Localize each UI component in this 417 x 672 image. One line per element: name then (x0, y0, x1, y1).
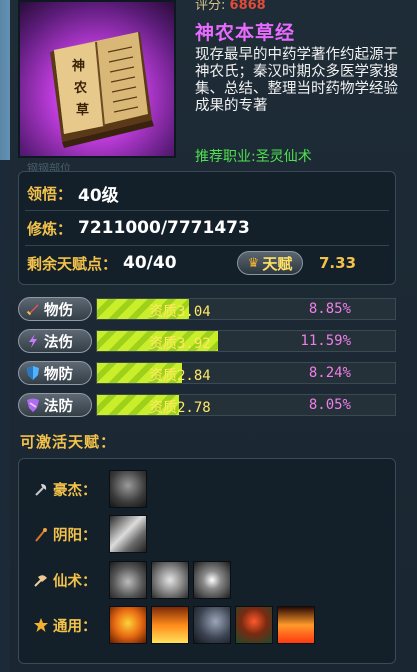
axe-icon (35, 484, 47, 496)
talent-school-label: 仙术： (33, 570, 109, 591)
attribute-tag[interactable]: 物防 (18, 361, 92, 385)
attribute-bar: 资质3.92 11.59% (96, 330, 396, 352)
talent-school-name: 阴阳： (53, 527, 97, 544)
yin-yang-skill-icon[interactable] (151, 561, 189, 599)
attribute-name: 法防 (44, 398, 73, 415)
fan-icon (34, 575, 47, 587)
attribute-bar: 资质3.04 8.85% (96, 298, 396, 320)
attribute-tag[interactable]: 法伤 (18, 329, 92, 353)
cultivation-row: 修炼： 7211000/7771473 (27, 215, 250, 241)
comprehension-row: 领悟： 40级 (27, 180, 119, 206)
attribute-quality-value: 3.04 (177, 304, 211, 320)
warrior-skill-icon[interactable] (109, 470, 147, 508)
svg-text:神: 神 (72, 58, 85, 74)
talent-points-value: 40/40 (123, 253, 177, 273)
attribute-row: 物伤 资质3.04 8.85% (18, 297, 396, 323)
talent-school-row: 阴阳： (33, 514, 151, 554)
recommended-class: 推荐职业:圣灵仙术 (195, 149, 312, 165)
comprehension-label: 领悟： (27, 184, 73, 203)
flame-wing-skill-icon[interactable] (109, 561, 147, 599)
attribute-quality-label: 资质 (149, 336, 177, 352)
attribute-name: 物防 (44, 366, 73, 383)
talent-school-label: 通用： (33, 615, 109, 636)
fire-face-skill-icon[interactable] (109, 606, 147, 644)
wind-slash-skill-icon[interactable] (109, 515, 147, 553)
talent-school-name: 豪杰： (53, 482, 97, 499)
attribute-quality: 资质3.04 (149, 301, 211, 321)
attribute-quality-value: 2.78 (177, 400, 211, 416)
activatable-talents-box: 豪杰： 阴阳： 仙术： 通用： (18, 458, 396, 664)
talent-skill-icons (109, 515, 151, 553)
stats-box: 领悟： 40级 修炼： 7211000/7771473 剩余天赋点： 40/40… (18, 171, 396, 285)
attribute-percent: 8.85% (308, 301, 351, 317)
talent-school-row: 仙术： (33, 560, 235, 600)
score-value: 6868 (229, 0, 266, 13)
cultivation-label: 修炼： (27, 219, 73, 238)
attribute-name: 物伤 (44, 302, 73, 319)
divider (25, 245, 389, 246)
talent-skill-icons (109, 561, 235, 599)
attribute-quality: 资质2.78 (149, 397, 211, 417)
talent-school-name: 仙术： (53, 573, 97, 590)
attribute-quality: 资质2.84 (149, 365, 211, 385)
attribute-percent: 11.59% (300, 333, 351, 349)
attribute-quality: 资质3.92 (149, 333, 211, 353)
aura-body-skill-icon[interactable] (235, 606, 273, 644)
cultivation-value: 7211000/7771473 (78, 218, 250, 238)
score-line: 评分: 6868 (195, 0, 266, 13)
attribute-row: 法伤 资质3.92 11.59% (18, 329, 396, 355)
talent-points-label: 剩余天赋点： (27, 254, 118, 273)
book-image: 神农草 (18, 0, 176, 158)
talent-school-row: 通用： (33, 605, 319, 645)
sword-icon (26, 304, 38, 316)
talent-score: 7.33 (319, 254, 357, 272)
shield-icon (27, 366, 39, 380)
burst-skill-icon[interactable] (193, 561, 231, 599)
attribute-row: 物防 资质2.84 8.24% (18, 361, 396, 387)
attribute-tag[interactable]: 物伤 (18, 297, 92, 321)
attribute-bar: 资质2.84 8.24% (96, 362, 396, 384)
flame-crown-skill-icon[interactable] (277, 606, 315, 644)
talent-points-row: 剩余天赋点： 40/40 (27, 250, 177, 276)
attribute-quality-label: 资质 (149, 304, 177, 320)
magic-shield-icon (27, 398, 39, 412)
attribute-percent: 8.05% (308, 397, 351, 413)
talent-skill-icons (109, 606, 319, 644)
lightning-icon (29, 334, 37, 348)
attribute-percent: 8.24% (308, 365, 351, 381)
comprehension-value: 40级 (78, 185, 119, 206)
attribute-name: 法伤 (44, 334, 73, 351)
attribute-quality-value: 3.92 (177, 336, 211, 352)
score-label: 评分: (195, 0, 226, 13)
talent-skill-icons (109, 470, 151, 508)
svg-text:农: 农 (73, 80, 87, 96)
dragon-skill-icon[interactable] (193, 606, 231, 644)
talent-school-label: 阴阳： (33, 524, 109, 545)
star-icon (34, 618, 48, 632)
attribute-bar: 资质2.78 8.05% (96, 394, 396, 416)
attribute-quality-label: 资质 (149, 400, 177, 416)
book-description: 现存最早的中药学著作约起源于神农氏；秦汉时期众多医学家搜集、总结、整理当时药物学… (195, 47, 398, 114)
attribute-row: 法防 资质2.78 8.05% (18, 393, 396, 419)
crown-icon: ♛ (247, 255, 260, 271)
attribute-quality-value: 2.84 (177, 368, 211, 384)
svg-text:草: 草 (76, 102, 89, 118)
attribute-quality-label: 资质 (149, 368, 177, 384)
section-title: 可激活天赋： (20, 433, 117, 451)
staff-icon (35, 528, 47, 542)
talent-school-row: 豪杰： (33, 469, 151, 509)
talent-button[interactable]: ♛ 天赋 (237, 251, 303, 275)
book-title: 神农本草经 (195, 22, 296, 44)
talent-school-label: 豪杰： (33, 479, 109, 500)
attribute-tag[interactable]: 法防 (18, 393, 92, 417)
talent-button-label: 天赋 (262, 254, 293, 273)
talent-school-name: 通用： (53, 618, 97, 635)
rising-flame-skill-icon[interactable] (151, 606, 189, 644)
divider (25, 210, 389, 211)
